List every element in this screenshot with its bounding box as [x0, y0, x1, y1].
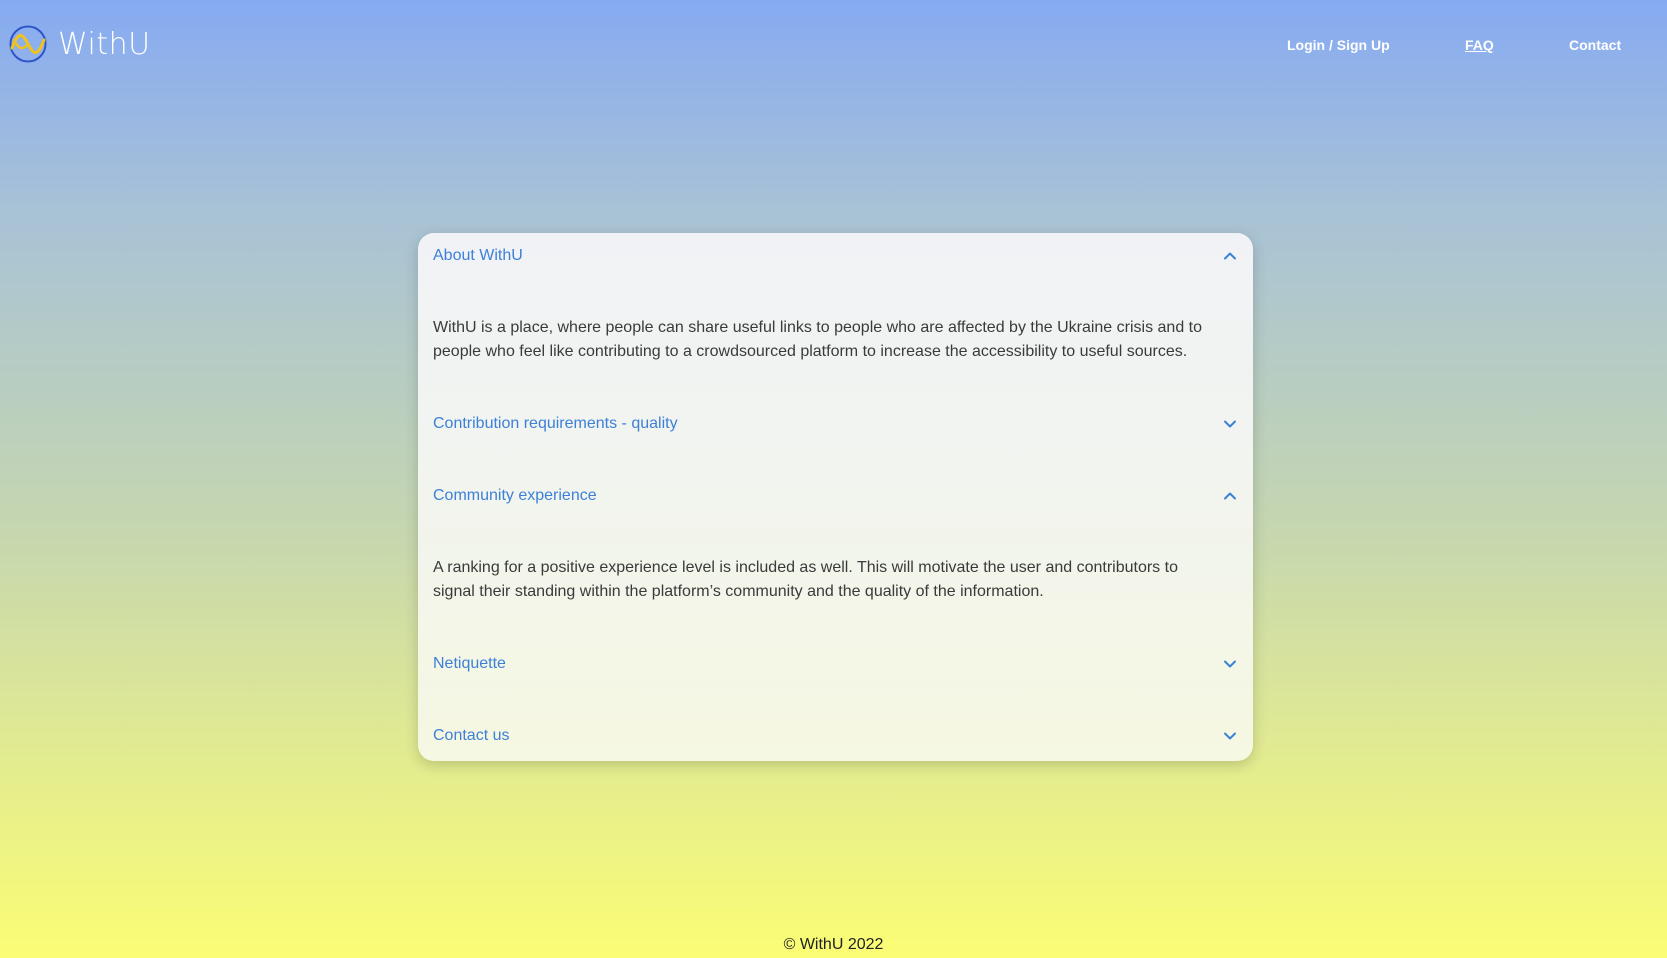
faq-item-title: Netiquette: [433, 655, 506, 672]
faq-item-community-header[interactable]: Community experience: [433, 481, 1238, 511]
faq-item-title: About WithU: [433, 247, 523, 264]
nav-contact[interactable]: Contact: [1569, 37, 1621, 53]
faq-item-about-header[interactable]: About WithU: [433, 241, 1238, 271]
nav-faq[interactable]: FAQ: [1465, 37, 1494, 53]
faq-item-title: Contact us: [433, 727, 510, 744]
faq-item-community-body: A ranking for a positive experience leve…: [433, 559, 1178, 600]
footer-copyright: © WithU 2022: [783, 936, 884, 953]
chevron-up-icon: [1224, 492, 1236, 500]
faq-item-contact-header[interactable]: Contact us: [433, 721, 1238, 751]
faq-item-netiquette-header[interactable]: Netiquette: [433, 649, 1238, 679]
chevron-up-icon: [1224, 252, 1236, 260]
nav-login-signup[interactable]: Login / Sign Up: [1287, 37, 1390, 53]
faq-item-title: Community experience: [433, 487, 597, 504]
faq-accordion: About WithU WithU is a place, where peop…: [418, 233, 1253, 761]
chevron-down-icon: [1224, 732, 1236, 740]
faq-item-title: Contribution requirements - quality: [433, 415, 678, 432]
chevron-down-icon: [1224, 660, 1236, 668]
brand-name: WithU: [58, 26, 151, 62]
withu-logo-icon: [9, 25, 47, 63]
brand[interactable]: WithU: [8, 24, 151, 64]
chevron-down-icon: [1224, 420, 1236, 428]
top-header: WithU Login / Sign Up FAQ Contact: [0, 0, 1667, 90]
faq-item-about-body: WithU is a place, where people can share…: [433, 319, 1203, 360]
faq-item-contribution-header[interactable]: Contribution requirements - quality: [433, 409, 1238, 439]
